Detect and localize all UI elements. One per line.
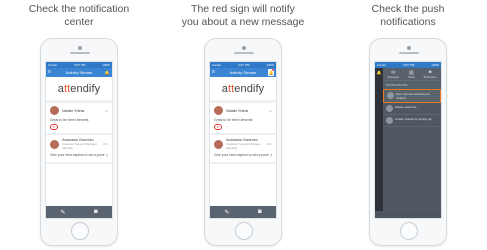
heart-icon[interactable]: ♥ [50, 124, 58, 130]
home-button[interactable] [400, 222, 418, 240]
tab-label: Bookmarks [423, 75, 437, 79]
bell-icon[interactable]: 🔔 [104, 69, 110, 76]
post-author[interactable]: Anastasia Vlasenko Customer Support Mana… [226, 138, 267, 150]
post-author-subtitle: Customer Support Manager, Attendify [62, 142, 98, 150]
caption: The red sign will notify you about a new… [168, 3, 318, 29]
camera-icon [407, 46, 411, 50]
post-author[interactable]: Anastasia Vlasenko Customer Support Mana… [62, 138, 103, 150]
avatar [387, 92, 394, 99]
battery-label: 100% [266, 63, 274, 67]
app-screen: Carrier 3:07 PM 100% ≡ Activity Stream 🔔… [209, 61, 277, 219]
speaker-grille [234, 52, 254, 54]
caption-line: center [64, 16, 94, 28]
feed-post[interactable]: Natalie Shirlar 1h Great to be here! #ev… [46, 103, 112, 135]
post-text: Great to be here! #events [50, 118, 89, 122]
status-time: 3:07 PM [238, 63, 250, 67]
top-bar: ≡ Activity Stream 🔔 [46, 68, 112, 77]
caption-line: Check the push [371, 3, 445, 15]
home-button[interactable] [71, 222, 89, 240]
top-bar: ≡ Activity Stream 🔔 [210, 68, 276, 77]
post-time: 1h [104, 108, 108, 113]
feed-post[interactable]: Anastasia Vlasenko Customer Support Mana… [46, 135, 112, 164]
tab-label: Messages [387, 75, 400, 79]
bottom-bar: ✎ ◙ [210, 206, 276, 218]
camera-icon [242, 46, 246, 50]
caption-line: notifications [380, 16, 436, 28]
notification-item[interactable]: Hi Alex, thanks for signing up! [383, 115, 441, 127]
feed-post[interactable]: Anastasia Vlasenko Customer Support Mana… [210, 135, 276, 164]
post-text: Great to be here! #events [214, 118, 253, 122]
avatar[interactable] [50, 139, 59, 149]
caption-line: Check the notification [28, 3, 130, 15]
panel-notification-center: Check the notification center Carrier 3:… [4, 0, 154, 250]
status-time: 3:07 PM [74, 63, 86, 67]
more-icon[interactable]: ··· [105, 125, 108, 129]
bottom-bar: ✎ ◙ [46, 206, 112, 218]
screen-title: Activity Stream [65, 70, 93, 75]
notification-item[interactable]: Please, welcome... [383, 103, 441, 115]
side-strip: 🔔 [375, 68, 383, 211]
heart-icon[interactable]: ♥ [214, 124, 222, 130]
notification-tabs: ✉ Messages ▤ Notes ⚑ Bookmarks [383, 68, 441, 81]
caption-line: The red sign will notify [191, 3, 295, 15]
caption: Check the push notifications [333, 3, 483, 29]
screen-title: Activity Stream [229, 70, 257, 75]
status-bar: Carrier 3:07 PM 100% [46, 62, 112, 68]
post-text: Give your best caption to win a prize :) [50, 153, 108, 157]
tab-bookmarks[interactable]: ⚑ Bookmarks [424, 70, 437, 79]
logo-part: endify [70, 82, 101, 95]
app-screen: Carrier 3:07 PM 100% ≡ Activity Stream 🔔… [45, 61, 113, 219]
avatar[interactable] [214, 139, 223, 149]
caption-line: you about a new message [181, 16, 305, 28]
panel-new-message: The red sign will notify you about a new… [168, 0, 318, 250]
tab-label: Notes [408, 75, 415, 79]
tab-messages[interactable]: ✉ Messages [387, 70, 399, 79]
phone-frame: Carrier 3:07 PM 100% ≡ Activity Stream 🔔… [40, 38, 118, 246]
post-author[interactable]: Natalie Shirlar [226, 109, 269, 113]
notifications-section-title: NOTIFICATIONS [383, 81, 441, 89]
logo-part: endify [234, 82, 265, 95]
pencil-icon[interactable]: ✎ [60, 209, 65, 216]
pencil-icon[interactable]: ✎ [224, 209, 229, 216]
avatar[interactable] [50, 106, 59, 115]
notification-panel: 🔔 ✉ Messages ▤ Notes ⚑ Bookmarks NOTIFIC… [375, 68, 441, 211]
phone-frame: Carrier 3:07 PM 100% ≡ Activity Stream 🔔… [204, 38, 282, 246]
camera-icon [78, 46, 82, 50]
camera-icon[interactable]: ◙ [94, 209, 98, 215]
speaker-grille [70, 52, 90, 54]
battery-label: 100% [102, 63, 110, 67]
post-author[interactable]: Natalie Shirlar [62, 109, 105, 113]
attendify-logo: a tt endify [46, 77, 112, 103]
avatar [386, 105, 393, 112]
camera-icon[interactable]: ◙ [258, 209, 262, 215]
post-author-subtitle: Customer Support Manager, Attendify [226, 142, 262, 150]
feed-post[interactable]: Natalie Shirlar 1h Great to be here! #ev… [210, 103, 276, 135]
notification-list: ✉ Messages ▤ Notes ⚑ Bookmarks NOTIFICAT… [383, 68, 441, 211]
home-button[interactable] [235, 222, 253, 240]
tab-notes[interactable]: ▤ Notes [408, 70, 415, 79]
notification-text: Please, welcome... [395, 105, 419, 109]
caption: Check the notification center [4, 3, 154, 29]
bell-icon[interactable]: 🔔 [377, 70, 382, 75]
panel-push-notifications: Check the push notifications Carrier 3:0… [333, 0, 483, 250]
notification-item[interactable]: Don't miss the workshop at 3:00pm! [383, 89, 441, 103]
speaker-grille [399, 52, 419, 54]
notifications-screen: Carrier 3:07 PM 100% 🔔 ✉ Messages ▤ Note… [374, 61, 442, 219]
status-bar: Carrier 3:07 PM 100% [210, 62, 276, 68]
phone-frame: Carrier 3:07 PM 100% 🔔 ✉ Messages ▤ Note… [369, 38, 447, 246]
post-time: 15m [102, 142, 108, 146]
bell-icon[interactable]: 🔔 [268, 69, 274, 76]
comment-icon[interactable]: ○ [62, 125, 64, 129]
post-time: 15m [266, 142, 272, 146]
more-icon[interactable]: ··· [269, 125, 272, 129]
notification-text: Don't miss the workshop at 3:00pm! [396, 92, 430, 100]
comment-icon[interactable]: ○ [226, 125, 228, 129]
post-text: Give your best caption to win a prize :) [214, 153, 272, 157]
attendify-logo: a tt endify [210, 77, 276, 103]
avatar[interactable] [214, 106, 223, 115]
avatar [386, 117, 393, 124]
notification-text: Hi Alex, thanks for signing up! [395, 117, 432, 121]
post-time: 1h [268, 108, 272, 113]
